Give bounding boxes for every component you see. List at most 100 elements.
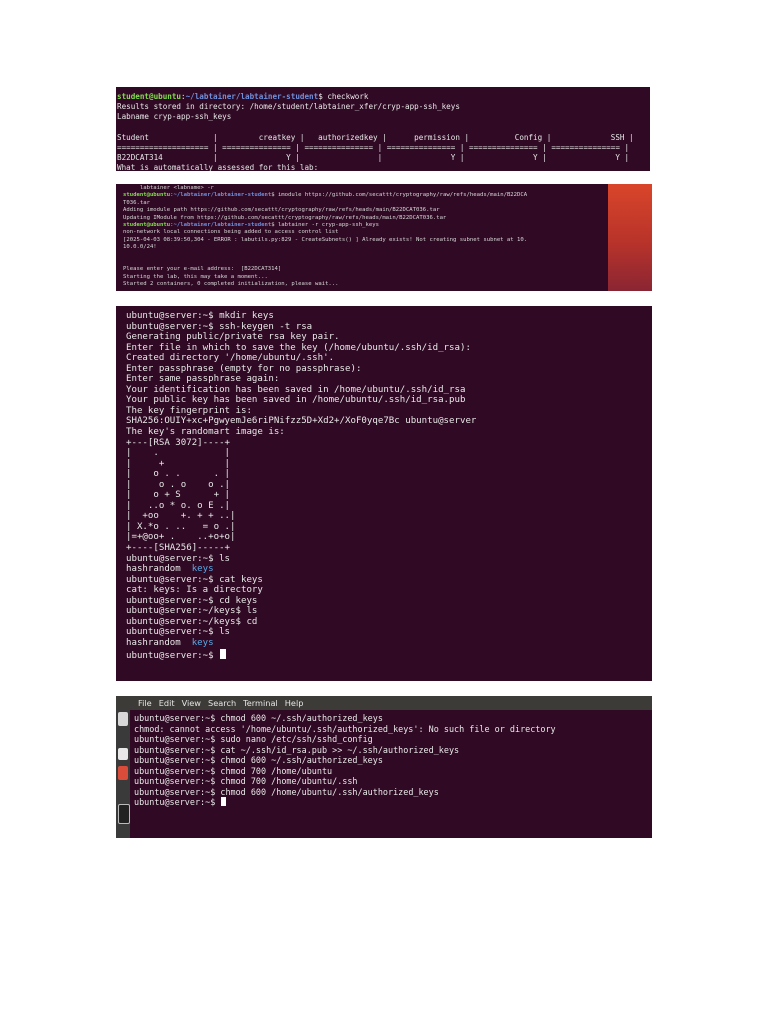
terminal-line: hashrandom keys <box>126 638 652 649</box>
command-text: ls <box>240 606 258 617</box>
output-text: Started 2 containers, 0 completed initia… <box>123 281 339 288</box>
output-text: Adding imodule path https://github.com/s… <box>123 207 440 214</box>
terminal-line: student@ubuntu:~/labtainer/labtainer-stu… <box>123 222 608 229</box>
terminal-line <box>117 123 650 133</box>
terminal-line: Enter file in which to save the key (/ho… <box>126 343 652 354</box>
command-text: cat ~/.ssh/id_rsa.pub >> ~/.ssh/authoriz… <box>215 744 460 755</box>
terminal-line: non-network local connections being adde… <box>123 229 608 236</box>
prompt-path: ~/labtainer/labtainer-student <box>185 92 319 101</box>
software-center-icon[interactable] <box>118 766 128 780</box>
terminal-menubar: File Edit View Search Terminal Help <box>116 696 652 710</box>
terminal-line <box>123 252 608 259</box>
text-cursor <box>220 648 227 659</box>
terminal-line: ubuntu@server:~$ cat keys <box>126 575 652 586</box>
terminal-line: ubuntu@server:~$ <box>126 648 652 662</box>
terminal-icon[interactable] <box>118 804 130 824</box>
terminal-line: ubuntu@server:~$ chmod 600 ~/.ssh/author… <box>134 713 652 724</box>
output-text: Created directory '/home/ubuntu/.ssh'. <box>126 353 335 364</box>
terminal-line: | +oo +. + + ..| <box>126 511 652 522</box>
files-icon[interactable] <box>118 712 128 726</box>
terminal-line: labtainer <labname> -r <box>123 185 608 192</box>
terminal-line: ubuntu@server:~$ sudo nano /etc/ssh/sshd… <box>134 734 652 745</box>
terminal-line: T036.tar <box>123 200 608 207</box>
output-text: chmod: cannot access '/home/ubuntu/.ssh/… <box>134 723 556 734</box>
terminal-screenshot-ssh-keygen: ubuntu@server:~$ mkdir keys ubuntu@server… <box>116 306 652 681</box>
terminal-line: ubuntu@server:~$ ssh-keygen -t rsa <box>126 322 652 333</box>
terminal-body[interactable]: ubuntu@server:~$ chmod 600 ~/.ssh/author… <box>134 713 652 838</box>
terminal-line <box>123 259 608 266</box>
prompt: ubuntu@server:~$ <box>126 595 214 606</box>
command-text <box>215 797 220 807</box>
command-text: chmod 700 /home/ubuntu <box>215 765 333 776</box>
directory-entry: keys <box>191 637 214 648</box>
prompt: ubuntu@server:~$ <box>126 311 214 321</box>
prompt: ubuntu@server:~$ <box>126 553 214 564</box>
terminal-line: [2025-04-03 08:39:50,304 - ERROR : labut… <box>123 237 608 244</box>
output-text: What is automatically assessed for this … <box>117 163 319 171</box>
output-text: | + | <box>126 458 231 469</box>
terminal-line: | ..o * o. o E .| <box>126 501 652 512</box>
menu-edit[interactable]: Edit <box>159 698 175 708</box>
output-text: | o . o o .| <box>126 479 231 490</box>
menu-search[interactable]: Search <box>208 698 236 708</box>
terminal-line: | o . o o .| <box>126 480 652 491</box>
command-text: $ labtainer -r cryp-app-ssh_keys <box>271 222 379 229</box>
terminal-line: Enter same passphrase again: <box>126 374 652 385</box>
terminal-line: cat: keys: Is a directory <box>126 585 652 596</box>
prompt-user: student@ubuntu <box>123 192 171 199</box>
terminal-line: chmod: cannot access '/home/ubuntu/.ssh/… <box>134 724 652 735</box>
prompt-path: ~/labtainer/labtainer-student <box>173 222 272 229</box>
terminal-line: Your identification has been saved in /h… <box>126 385 652 396</box>
output-text: The key's randomart image is: <box>126 427 285 438</box>
menu-terminal[interactable]: Terminal <box>243 698 278 708</box>
prompt: ubuntu@server:~$ <box>134 797 216 807</box>
output-text: | o + S + | <box>126 490 231 501</box>
menu-view[interactable]: View <box>182 698 201 708</box>
menu-file[interactable]: File <box>138 698 152 708</box>
terminal-line: +---[RSA 3072]----+ <box>126 438 652 449</box>
terminal-line: SHA256:OUIY+xc+PgwyemJe6riPNifzz5D+Xd2+/… <box>126 416 652 427</box>
terminal-line: ubuntu@server:~$ mkdir keys <box>126 311 652 322</box>
terminal-line: student@ubuntu:~/labtainer/labtainer-stu… <box>117 92 650 102</box>
output-text: | +oo +. + + ..| <box>126 511 236 522</box>
output-text: Please enter your e-mail address: [B22DC… <box>123 266 282 273</box>
terminal-line: Labname cryp-app-ssh_keys <box>117 112 650 122</box>
terminal-line: student@ubuntu:~/labtainer/labtainer-stu… <box>123 192 608 199</box>
terminal-line: The key's randomart image is: <box>126 427 652 438</box>
terminal-line: | + | <box>126 459 652 470</box>
output-text: | o . . . | <box>126 469 231 480</box>
command-text: $ checkwork <box>318 92 369 101</box>
terminal-line: ubuntu@server:~$ chmod 700 /home/ubuntu <box>134 766 652 777</box>
terminal-line: Started 2 containers, 0 completed initia… <box>123 281 608 288</box>
terminal-line: ubuntu@server:~$ ls <box>126 554 652 565</box>
prompt: ubuntu@server:~$ <box>134 765 216 776</box>
menu-help[interactable]: Help <box>285 698 304 708</box>
terminal-line: Your public key has been saved in /home/… <box>126 395 652 406</box>
terminal-line: ubuntu@server:~$ ls <box>126 627 652 638</box>
command-text: sudo nano /etc/ssh/sshd_config <box>215 734 373 744</box>
terminal-line: hashrandom keys <box>126 564 652 575</box>
output-text: |=+@oo+ . ..+o+o| <box>126 532 236 543</box>
output-text: Updating IModule from https://github.com… <box>123 214 447 221</box>
prompt: ubuntu@server:~$ <box>134 776 216 786</box>
prompt: ubuntu@server:~$ <box>126 574 214 585</box>
command-text: ls <box>213 627 231 638</box>
terminal-output: student@ubuntu:~/labtainer/labtainer-stu… <box>117 92 650 171</box>
terminal-line: ==================== | =============== |… <box>117 143 650 153</box>
output-text: +---[RSA 3072]----+ <box>126 437 231 448</box>
terminal-line: The key fingerprint is: <box>126 406 652 417</box>
terminal-output: ubuntu@server:~$ chmod 600 ~/.ssh/author… <box>134 713 652 808</box>
terminal-line: Created directory '/home/ubuntu/.ssh'. <box>126 353 652 364</box>
office-icon[interactable] <box>118 748 128 760</box>
prompt: ubuntu@server:~$ <box>134 713 216 723</box>
prompt: ubuntu@server:~$ <box>134 755 216 765</box>
output-text: Starting the lab, this may take a moment… <box>123 273 268 280</box>
terminal-window-chmod: File Edit View Search Terminal Help ubun… <box>116 696 652 838</box>
terminal-line: ubuntu@server:~$ chmod 600 /home/ubuntu/… <box>134 787 652 798</box>
command-text: chmod 600 /home/ubuntu/.ssh/authorized_k… <box>215 786 439 797</box>
text-cursor <box>221 797 227 806</box>
prompt: ubuntu@server:~$ <box>134 744 216 755</box>
output-text: The key fingerprint is: <box>126 405 252 416</box>
output-text: | ..o * o. o E .| <box>126 500 231 511</box>
